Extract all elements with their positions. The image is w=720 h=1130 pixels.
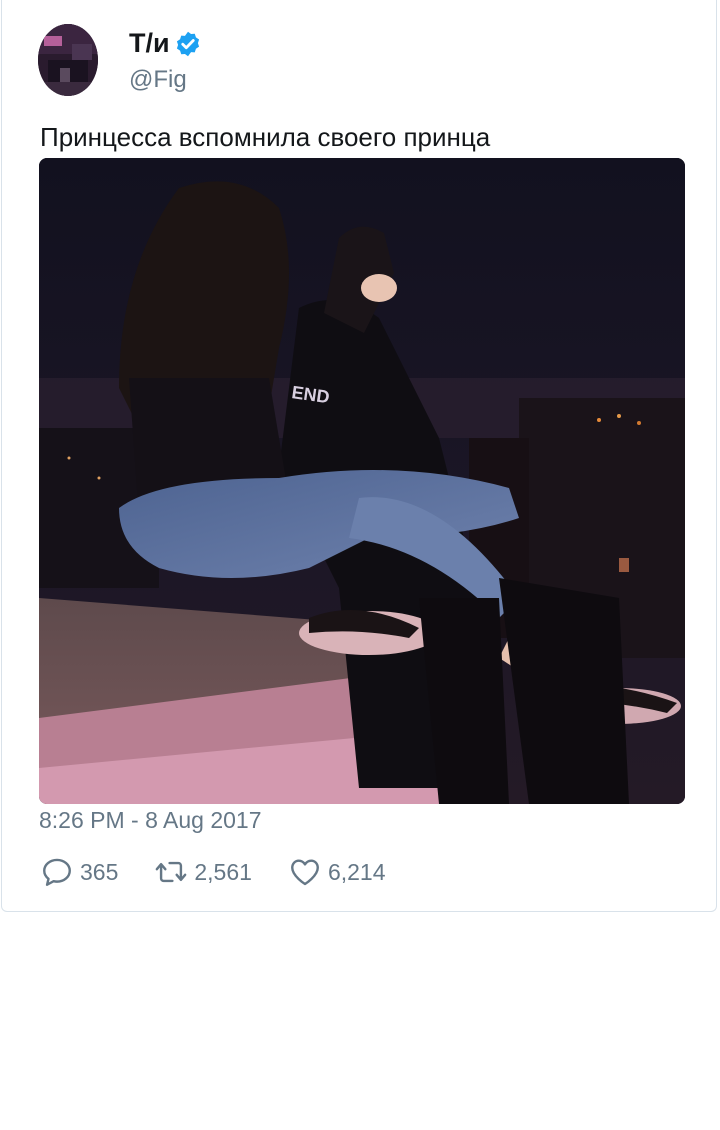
like-count: 6,214 xyxy=(327,858,386,885)
author-avatar[interactable] xyxy=(38,24,98,96)
author-handle[interactable]: @Fig xyxy=(129,66,187,94)
reply-count: 365 xyxy=(80,858,119,885)
author-display-name[interactable]: Т/и xyxy=(129,28,170,59)
verified-badge-icon xyxy=(176,31,199,56)
tweet-card: Т/и @Fig Принцесса вспомнила своего прин… xyxy=(1,0,717,912)
avatar-image xyxy=(38,24,98,96)
reply-icon xyxy=(43,858,71,886)
tweet-text: Принцесса вспомнила своего принца xyxy=(40,122,491,152)
tweet-timestamp[interactable]: 8:26 PM - 8 Aug 2017 xyxy=(39,807,262,834)
like-button[interactable]: 6,214 xyxy=(288,855,386,889)
reply-button[interactable]: 365 xyxy=(40,855,118,889)
retweet-button[interactable]: 2,561 xyxy=(154,855,252,889)
tweet-photo[interactable]: END xyxy=(39,158,685,804)
heart-icon xyxy=(290,859,319,886)
retweet-icon xyxy=(156,861,187,883)
author-name-row: Т/и xyxy=(129,28,202,59)
tweet-actions: 365 2,561 6,214 xyxy=(40,852,422,892)
retweet-count: 2,561 xyxy=(194,858,252,885)
photo-image: END xyxy=(39,158,685,804)
